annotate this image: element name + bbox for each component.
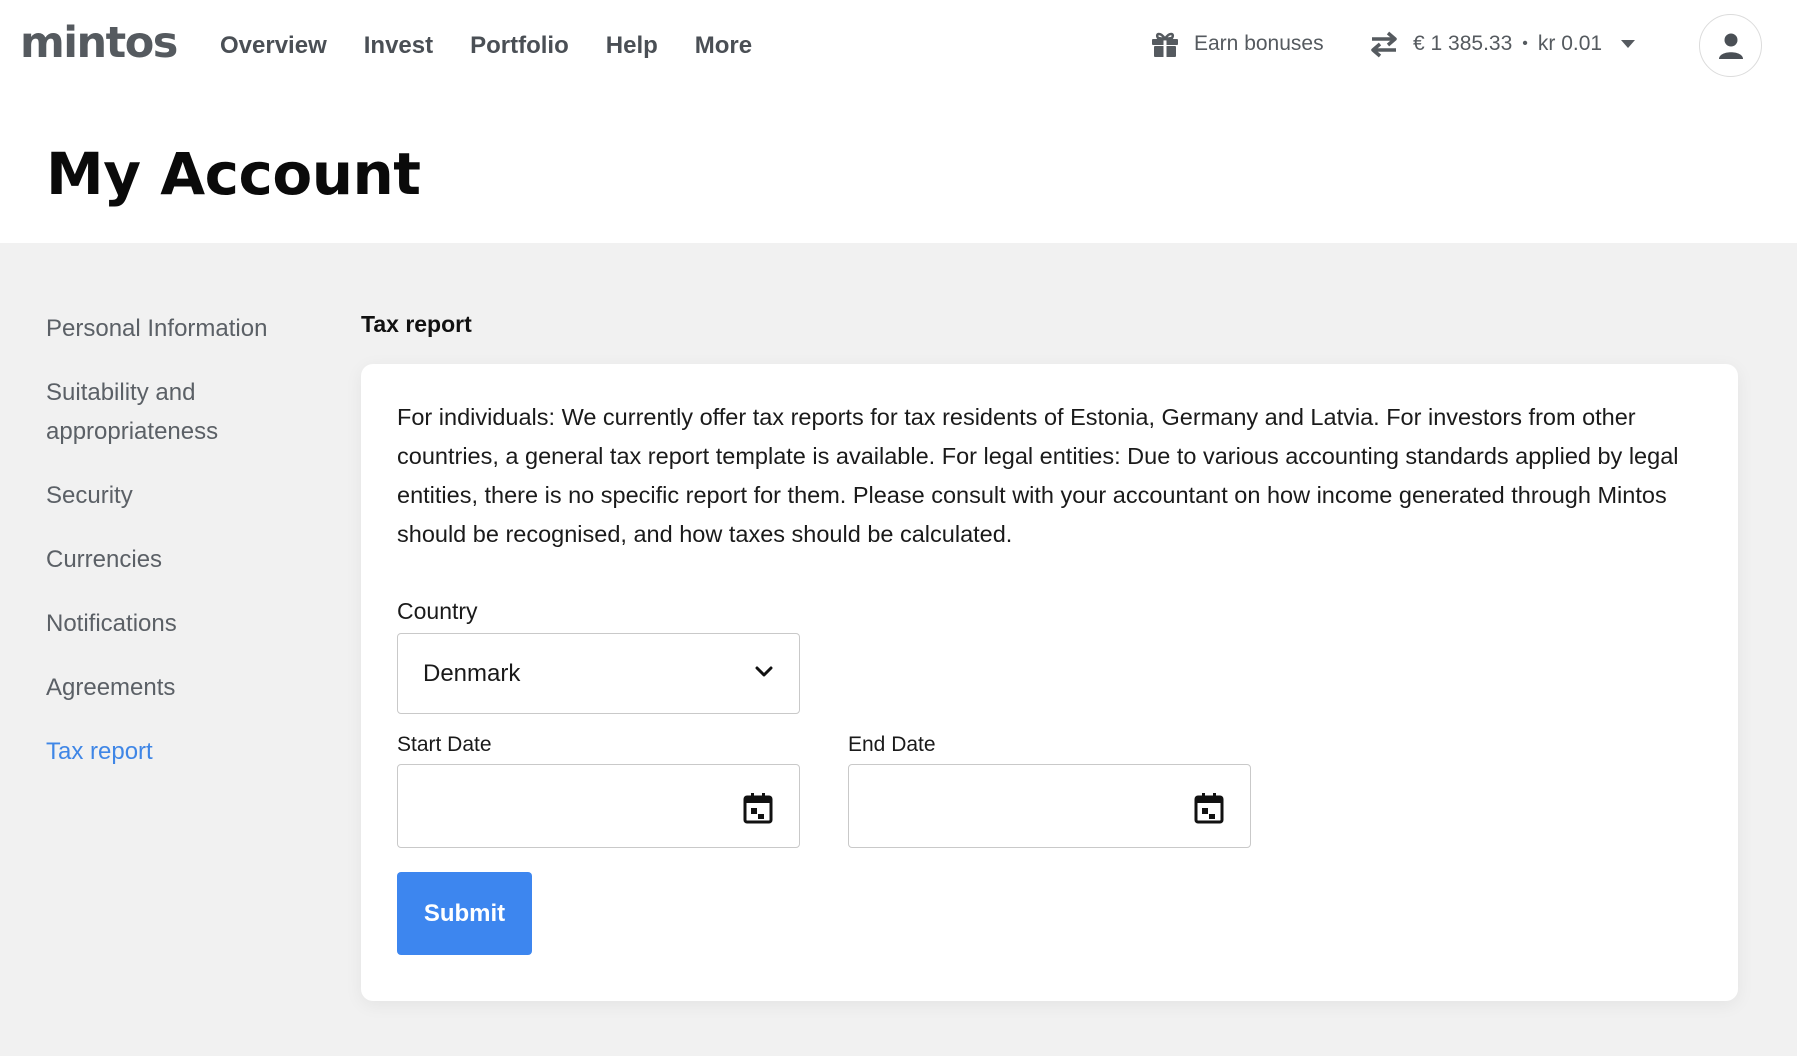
account-menu-button[interactable] xyxy=(1699,14,1762,77)
account-sidebar: Personal Information Suitability and app… xyxy=(46,309,306,796)
page-title: My Account xyxy=(46,140,421,208)
earn-bonuses-link[interactable]: Earn bonuses xyxy=(1150,30,1324,58)
country-selected-value: Denmark xyxy=(423,659,521,687)
mintos-logo[interactable]: mintos xyxy=(20,18,178,68)
user-icon xyxy=(1718,33,1743,59)
sidebar-item-personal-information[interactable]: Personal Information xyxy=(46,309,306,348)
submit-button[interactable]: Submit xyxy=(397,872,532,955)
end-date-label: End Date xyxy=(848,733,936,756)
nav-portfolio[interactable]: Portfolio xyxy=(470,32,569,60)
swap-arrows-icon xyxy=(1371,31,1397,58)
calendar-icon[interactable] xyxy=(743,792,773,824)
balance-selector[interactable]: € 1 385.33 • kr 0.01 xyxy=(1369,30,1636,58)
tax-report-info: For individuals: We currently offer tax … xyxy=(397,404,1679,547)
earn-bonuses-label: Earn bonuses xyxy=(1194,32,1324,55)
nav-invest[interactable]: Invest xyxy=(364,32,433,60)
start-date-label: Start Date xyxy=(397,733,492,756)
sidebar-item-tax-report[interactable]: Tax report xyxy=(46,732,306,771)
nav-help[interactable]: Help xyxy=(606,32,658,60)
end-date-input[interactable] xyxy=(848,764,1251,848)
nav-more[interactable]: More xyxy=(695,32,752,60)
country-select[interactable]: Denmark xyxy=(397,633,800,714)
country-label: Country xyxy=(397,598,478,624)
chevron-down-icon xyxy=(755,666,773,677)
balance-dkk: kr 0.01 xyxy=(1537,32,1603,55)
start-date-input[interactable] xyxy=(397,764,800,848)
sidebar-item-agreements[interactable]: Agreements xyxy=(46,668,306,707)
sidebar-item-security[interactable]: Security xyxy=(46,476,306,515)
sidebar-item-notifications[interactable]: Notifications xyxy=(46,604,306,643)
nav-overview[interactable]: Overview xyxy=(220,32,327,60)
tax-report-card: For individuals: We currently offer tax … xyxy=(361,364,1738,1001)
gift-icon xyxy=(1152,32,1178,57)
sidebar-item-currencies[interactable]: Currencies xyxy=(46,540,306,579)
balance-eur: € 1 385.33 xyxy=(1413,32,1513,55)
balance-separator: • xyxy=(1522,35,1528,52)
calendar-icon[interactable] xyxy=(1194,792,1224,824)
section-title: Tax report xyxy=(361,311,472,337)
top-bar: mintos Overview Invest Portfolio Help Mo… xyxy=(0,0,1797,96)
caret-down-icon xyxy=(1621,40,1636,48)
account-content: Personal Information Suitability and app… xyxy=(0,243,1797,1056)
sidebar-item-suitability[interactable]: Suitability and appropriateness xyxy=(46,373,306,451)
main-nav: Overview Invest Portfolio Help More xyxy=(220,32,789,60)
